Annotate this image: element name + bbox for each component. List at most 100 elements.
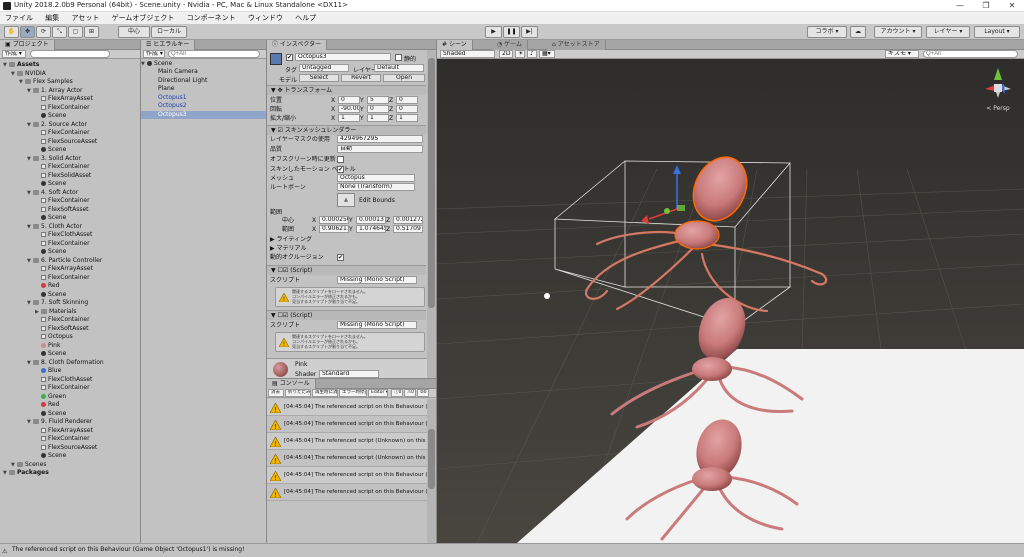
project-tree-item[interactable]: ▼ 8. Cloth Deformation [0,359,140,368]
console-toolbar-button[interactable]: Editor ▾ [368,389,388,397]
project-tree-item[interactable]: Pink [0,342,140,351]
project-tree-item[interactable]: ▼ 6. Particle Controller [0,257,140,266]
project-tree-item[interactable]: Scene [0,248,140,257]
rotate-tool-button[interactable]: ⟳ [36,26,51,38]
model-select-button[interactable]: Select [299,74,339,82]
tab-hierarchy[interactable]: ☰ ヒエラルキー [141,40,196,50]
script-checkbox[interactable]: ☐☑ [278,267,291,274]
project-tree-item[interactable]: FlexSourceAsset [0,138,140,147]
layer-dropdown[interactable]: Default [374,64,424,72]
project-tree-item[interactable]: FlexSolidAsset [0,172,140,181]
hand-tool-button[interactable]: ✋ [4,26,19,38]
project-tree-item[interactable]: Scene [0,214,140,223]
offscreen-checkbox[interactable] [337,156,344,163]
pause-button[interactable]: ❚❚ [503,26,520,38]
project-tree-item[interactable]: FlexClothAsset [0,376,140,385]
project-tree-item[interactable]: ▼ 3. Solid Actor [0,155,140,164]
rootbone-field[interactable]: None (Transform) [337,183,415,191]
gizmos-dropdown[interactable]: ギズモ ▾ [885,50,919,58]
project-tree-item[interactable]: FlexContainer [0,197,140,206]
console-message-row[interactable]: ! [04:45:04] The referenced script on thi… [267,467,427,484]
project-tree-item[interactable]: FlexSoftAsset [0,325,140,334]
extent-z-field[interactable]: 0.5170972 [393,225,423,233]
console-toolbar-button[interactable]: 再生時に消去 [312,389,338,397]
project-tree-item[interactable]: FlexContainer [0,104,140,113]
hierarchy-item[interactable]: Octopus2 [141,102,266,111]
maximize-button[interactable]: ❐ [974,0,998,12]
enabled-checkbox[interactable]: ☑ [278,127,285,134]
project-tree-item[interactable]: Red [0,282,140,291]
shading-mode-dropdown[interactable]: Shaded [440,50,495,58]
project-tree-item[interactable]: ▼ 7. Soft Skinning [0,299,140,308]
close-button[interactable]: ✕ [1000,0,1024,12]
project-create-button[interactable]: 作成 ▾ [2,50,26,58]
missing-script-header-1[interactable]: ▼ ☐☑ (Script) [267,265,426,275]
skinned-motion-checkbox[interactable]: ✔ [337,166,344,173]
rotation-z-field[interactable]: 0 [396,105,418,113]
mode-2d-toggle[interactable]: 2D [499,50,513,58]
collab-dropdown[interactable]: コラボ ▾ [807,26,847,38]
transform-header[interactable]: ▼ ✥ トランスフォーム [267,85,426,95]
tab-asset-store[interactable]: ⌂ アセットストア [547,40,606,50]
menu-window[interactable]: ウィンドウ [243,12,288,24]
script-checkbox[interactable]: ☐☑ [278,312,291,319]
console-message-row[interactable]: ! [04:45:04] The referenced script on thi… [267,416,427,433]
materials-foldout[interactable]: ▶ マテリアル [270,244,426,253]
scale-x-field[interactable]: 1 [338,114,360,122]
rotation-y-field[interactable]: 0 [367,105,389,113]
project-tree-item[interactable]: Green [0,393,140,402]
pivot-toggle-button[interactable]: 中心 [118,26,150,38]
project-tree-item[interactable]: ▼ 4. Soft Actor [0,189,140,198]
project-tree-item[interactable]: FlexContainer [0,129,140,138]
account-dropdown[interactable]: アカウント ▾ [874,26,922,38]
hierarchy-item[interactable]: Plane [141,85,266,94]
project-tree-item[interactable]: FlexArrayAsset [0,427,140,436]
tab-inspector[interactable]: ⓘ インスペクター [267,40,328,50]
model-revert-button[interactable]: Revert [341,74,381,82]
inspector-scrollbar[interactable] [427,50,436,378]
hierarchy-search-input[interactable] [168,50,260,58]
layer-mask-field[interactable]: 4294967295 [337,135,423,143]
project-tree-item[interactable]: FlexContainer [0,274,140,283]
project-tree-item[interactable]: ▶ Materials [0,308,140,317]
inspector-scroll-thumb[interactable] [428,58,435,308]
scene-view[interactable]: # シーン ◔ ゲーム ⌂ アセットストア Shaded 2D ☀ ♪ ▦▾ ギ… [437,40,1024,543]
hierarchy-item[interactable]: Octopus1 [141,94,266,103]
project-tree-item[interactable]: ▼ Assets [0,61,140,70]
mesh-field[interactable]: Octopus [337,174,415,182]
menu-gameobject[interactable]: ゲームオブジェクト [107,12,180,24]
project-tree-item[interactable]: FlexContainer [0,316,140,325]
transform-tool-button[interactable]: ⊞ [84,26,99,38]
shader-dropdown[interactable]: Standard [319,370,379,378]
project-tree-item[interactable]: FlexContainer [0,240,140,249]
project-tree-item[interactable]: Scene [0,291,140,300]
extent-y-field[interactable]: 1.074645 [356,225,386,233]
console-count-toggle[interactable]: ⚠0 [404,389,416,397]
console-toolbar-button[interactable]: 消去 [268,389,284,397]
audio-toggle-icon[interactable]: ♪ [527,50,537,58]
project-tree-item[interactable]: ▼ 1. Array Actor [0,87,140,96]
position-z-field[interactable]: 0 [396,96,418,104]
lighting-toggle-icon[interactable]: ☀ [515,50,525,58]
project-tree-item[interactable]: FlexSoftAsset [0,206,140,215]
project-tree-item[interactable]: ▼ 2. Source Actor [0,121,140,130]
project-tree-item[interactable]: Octopus [0,333,140,342]
project-tree-item[interactable]: FlexArrayAsset [0,265,140,274]
center-x-field[interactable]: 0.0002565 [319,216,349,224]
tab-console[interactable]: ▤ コンソール [267,379,316,389]
project-tree-item[interactable]: Scene [0,146,140,155]
project-tree-item[interactable]: ▼ 9. Fluid Renderer [0,418,140,427]
static-checkbox[interactable] [395,54,402,61]
tag-dropdown[interactable]: Untagged [299,64,349,72]
hierarchy-item[interactable]: Main Camera [141,68,266,77]
project-tree-item[interactable]: ▼ Packages [0,469,140,478]
tab-scene[interactable]: # シーン [437,40,473,50]
console-toolbar-button[interactable]: エラー時停止 [339,389,367,397]
scene-canvas[interactable] [437,59,1024,543]
project-tree-item[interactable]: FlexSourceAsset [0,444,140,453]
menu-help[interactable]: ヘルプ [290,12,321,24]
lighting-foldout[interactable]: ▶ ライティング [270,235,426,244]
menu-component[interactable]: コンポーネント [182,12,241,24]
move-tool-button[interactable]: ✥ [20,26,35,38]
layout-dropdown[interactable]: Layout ▾ [974,26,1020,38]
